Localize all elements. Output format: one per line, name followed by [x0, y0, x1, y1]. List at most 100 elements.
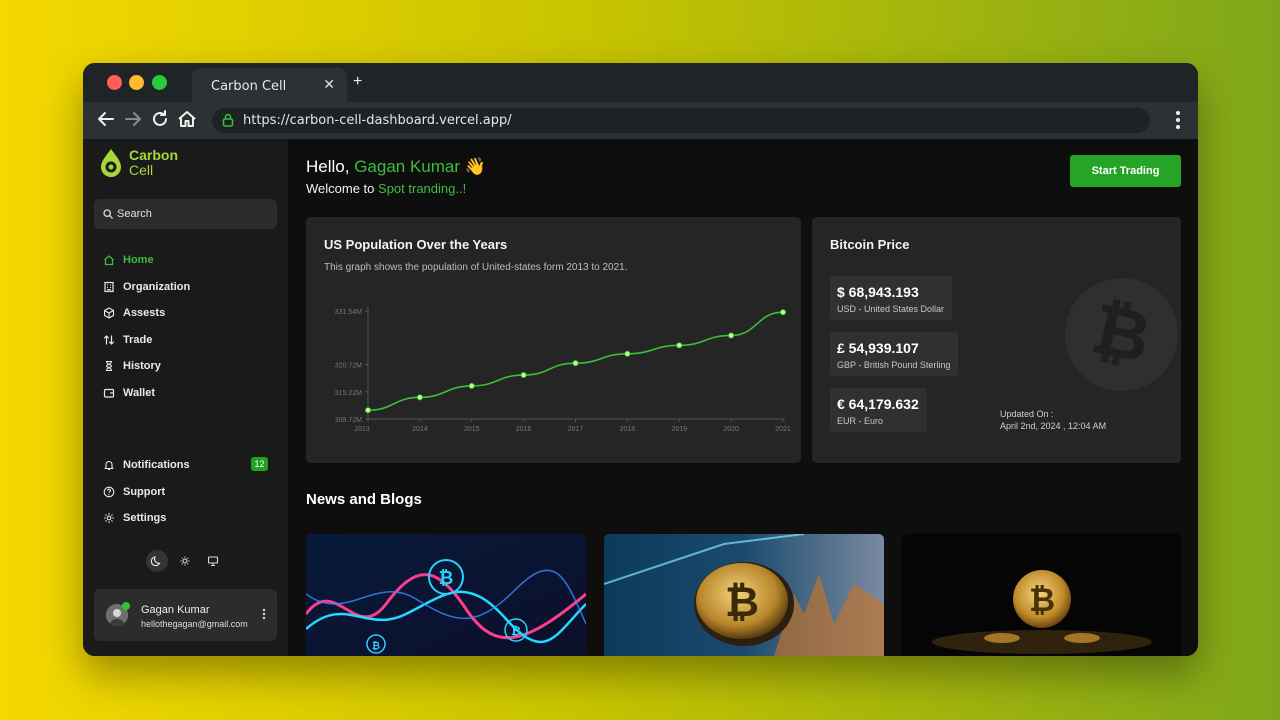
- back-arrow-icon[interactable]: [97, 110, 115, 128]
- news-card-1[interactable]: ₿ ₿ ₿: [306, 534, 586, 656]
- start-trading-button[interactable]: Start Trading: [1070, 155, 1181, 187]
- bitcoin-symbol: ₿: [1085, 287, 1158, 379]
- x-tick-label: 2014: [412, 426, 428, 433]
- sidebar-item-label: Home: [123, 254, 154, 266]
- maximize-window-button[interactable]: [152, 75, 167, 90]
- home-icon: [104, 255, 114, 266]
- price-currency: GBP - British Pound Sterling: [837, 360, 951, 370]
- welcome-text: Welcome to Spot tranding..!: [306, 181, 466, 196]
- svg-text:₿: ₿: [1085, 287, 1158, 379]
- updated-time: April 2nd, 2024 , 12:04 AM: [1000, 421, 1107, 431]
- news-card-3[interactable]: ₿: [902, 534, 1182, 656]
- x-tick-label: 2017: [568, 426, 584, 433]
- y-tick-label: 309.72M: [335, 417, 362, 424]
- sun-icon: [180, 556, 190, 566]
- x-tick-label: 2015: [464, 426, 480, 433]
- forward-arrow-icon[interactable]: [124, 110, 142, 128]
- price-value: € 64,179.632: [837, 396, 919, 412]
- building-icon: [104, 281, 114, 293]
- price-usd: $ 68,943.193 USD - United States Dollar: [830, 276, 953, 320]
- search-placeholder: Search: [117, 208, 152, 220]
- welcome-highlight: Spot tranding..!: [378, 181, 467, 196]
- main-content: Hello, Gagan Kumar 👋 Welcome to Spot tra…: [288, 139, 1198, 656]
- population-line-chart: 309.72M 315.22M 320.72M 331.54M 2013 2014 2015…: [335, 307, 791, 433]
- wave-emoji: 👋: [464, 157, 486, 176]
- price-eur: € 64,179.632 EUR - Euro: [830, 388, 927, 432]
- sidebar-item-label: Trade: [123, 334, 153, 346]
- tab-close-icon[interactable]: ✕: [323, 77, 335, 93]
- search-icon: [103, 209, 113, 219]
- new-tab-button[interactable]: +: [353, 73, 362, 91]
- app: Carbon Cell Search Home Organization Ass…: [83, 139, 1198, 656]
- reload-icon[interactable]: [151, 110, 169, 128]
- tab-bar: Carbon Cell ✕ +: [83, 63, 1198, 102]
- sidebar-item-label: Assests: [123, 307, 166, 319]
- hourglass-icon: [105, 360, 113, 372]
- news-card-2[interactable]: ₿: [604, 534, 884, 656]
- browser-window: Carbon Cell ✕ + https://carbon-cell-dash…: [83, 63, 1198, 656]
- browser-toolbar: https://carbon-cell-dashboard.vercel.app…: [83, 102, 1198, 139]
- leaf-logo-icon: [101, 149, 121, 177]
- dark-theme-button[interactable]: [146, 550, 168, 572]
- minimize-window-button[interactable]: [129, 75, 144, 90]
- address-bar[interactable]: https://carbon-cell-dashboard.vercel.app…: [212, 108, 1150, 133]
- gear-icon: [104, 513, 114, 523]
- data-point: [365, 407, 372, 414]
- sidebar: Carbon Cell Search Home Organization Ass…: [83, 139, 288, 656]
- y-tick-label: 320.72M: [335, 363, 362, 370]
- data-point: [779, 309, 786, 316]
- population-chart-card: US Population Over the Years This graph …: [306, 217, 801, 463]
- search-input[interactable]: Search: [94, 199, 277, 229]
- svg-text:₿: ₿: [725, 577, 759, 626]
- light-theme-button[interactable]: [174, 550, 196, 572]
- greeting: Hello, Gagan Kumar 👋: [306, 157, 486, 177]
- data-point: [728, 332, 735, 339]
- user-email: hellothegagan@gmail.com: [141, 619, 248, 629]
- user-name: Gagan Kumar: [141, 604, 210, 616]
- url-text: https://carbon-cell-dashboard.vercel.app…: [243, 113, 512, 128]
- x-tick-label: 2020: [723, 426, 739, 433]
- sidebar-item-label: Support: [123, 486, 166, 498]
- updated-on: Updated On : April 2nd, 2024 , 12:04 AM: [1000, 408, 1106, 432]
- price-value: £ 54,939.107: [837, 340, 919, 356]
- wallet-icon: [103, 388, 115, 398]
- news-image-3: ₿: [902, 534, 1182, 656]
- news-image-1: ₿ ₿ ₿: [306, 534, 586, 656]
- svg-text:₿: ₿: [439, 568, 454, 589]
- x-tick-label: 2018: [620, 426, 636, 433]
- updated-label: Updated On :: [1000, 409, 1054, 419]
- bitcoin-price-card: ₿ Bitcoin Price $ 68,943.193 USD - Unite…: [812, 217, 1181, 463]
- sidebar-item-label: Notifications: [123, 459, 190, 471]
- data-point: [416, 394, 423, 401]
- x-tick-label: 2016: [516, 426, 532, 433]
- data-point: [520, 372, 527, 379]
- news-image-2: ₿: [604, 534, 884, 656]
- sidebar-item-label: Wallet: [123, 387, 155, 399]
- sidebar-item-label: History: [123, 360, 161, 372]
- home-browser-icon[interactable]: [177, 110, 197, 128]
- data-point: [624, 350, 631, 357]
- system-theme-button[interactable]: [202, 550, 224, 572]
- bitcoin-card-title: Bitcoin Price: [830, 237, 910, 252]
- chart-card-title: US Population Over the Years: [324, 237, 508, 252]
- svg-text:₿: ₿: [1029, 581, 1055, 619]
- brand-line-2: Cell: [129, 162, 154, 178]
- greeting-name: Gagan Kumar: [354, 157, 461, 176]
- browser-menu-icon[interactable]: [1176, 111, 1180, 129]
- greeting-hello: Hello,: [306, 157, 350, 176]
- brand-name: Carbon Cell: [129, 148, 178, 178]
- sidebar-item-label: Organization: [123, 281, 191, 293]
- news-section-title: News and Blogs: [306, 491, 422, 508]
- user-profile-card[interactable]: Gagan Kumar hellothegagan@gmail.com: [94, 589, 277, 641]
- bell-icon: [104, 461, 114, 471]
- y-tick-label: 331.54M: [335, 309, 362, 316]
- price-currency: EUR - Euro: [837, 416, 884, 426]
- svg-text:₿: ₿: [511, 624, 521, 638]
- moon-icon: [150, 556, 161, 567]
- data-point: [468, 382, 475, 389]
- tab-title: Carbon Cell: [211, 79, 287, 94]
- brand-logo[interactable]: Carbon Cell: [99, 148, 178, 183]
- browser-tab[interactable]: Carbon Cell ✕: [192, 68, 347, 102]
- more-options-icon[interactable]: [262, 608, 266, 620]
- close-window-button[interactable]: [107, 75, 122, 90]
